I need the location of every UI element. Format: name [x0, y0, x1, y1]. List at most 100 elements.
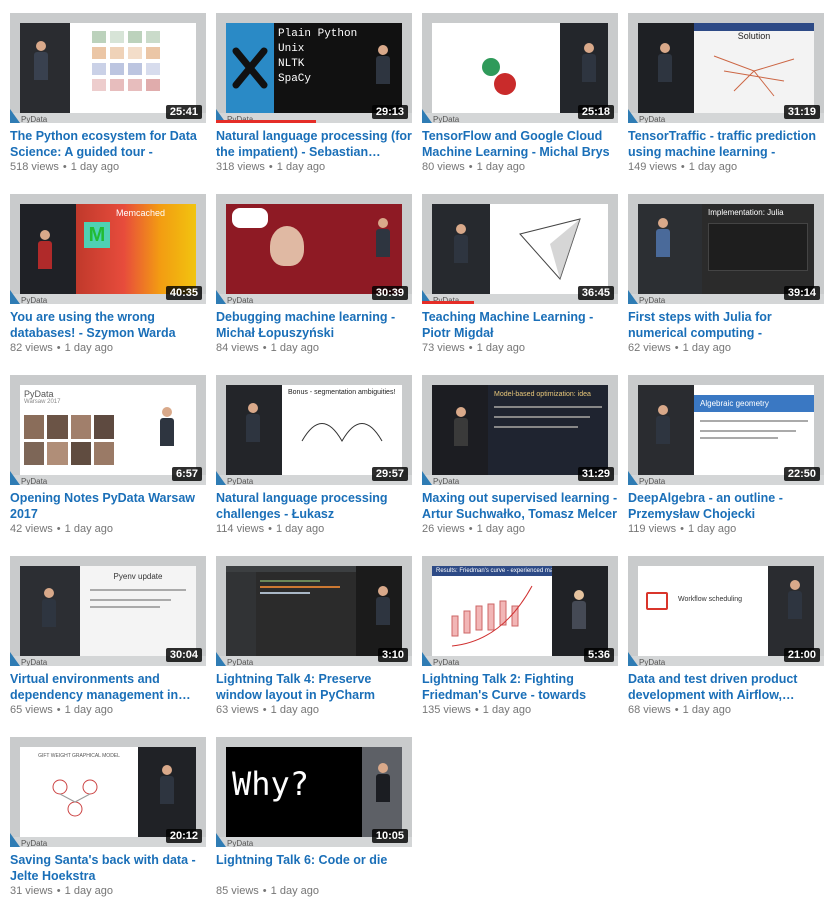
video-duration: 39:14	[783, 286, 820, 300]
view-count: 149 views	[628, 161, 677, 173]
tools-icon	[232, 47, 268, 89]
view-count: 135 views	[422, 704, 471, 716]
video-meta: 149 views • 1 day ago	[628, 161, 738, 173]
video-thumbnail[interactable]: Implementation: Julia PyData 39:14	[628, 194, 824, 304]
pydata-logo-icon	[10, 290, 20, 304]
video-thumbnail[interactable]: PyData 36:45	[422, 194, 618, 304]
video-card[interactable]: Workflow scheduling PyData 21:00 Data an…	[628, 556, 824, 716]
video-title[interactable]: First steps with Julia for numerical com…	[628, 309, 824, 341]
view-count: 85 views	[216, 885, 259, 897]
video-title[interactable]: You are using the wrong databases! - Szy…	[10, 309, 206, 341]
video-card[interactable]: PyData 25:41 The Python ecosystem for Da…	[10, 13, 206, 173]
video-title[interactable]: DeepAlgebra - an outline - Przemysław Ch…	[628, 490, 824, 522]
video-meta: 68 views • 1 day ago	[628, 704, 731, 716]
upload-age: 1 day ago	[476, 523, 525, 535]
video-thumbnail[interactable]: Plain Python Unix NLTK SpaCy PyData 29:1…	[216, 13, 412, 123]
slide-line: SpaCy	[278, 73, 312, 85]
upload-age: 1 day ago	[276, 161, 326, 173]
video-title[interactable]: Virtual environments and dependency mana…	[10, 671, 206, 703]
slide-title: Model-based optimization: idea	[494, 391, 591, 398]
video-title[interactable]: Data and test driven product development…	[628, 671, 824, 703]
video-thumbnail[interactable]: PyData 25:18	[422, 13, 618, 123]
video-thumbnail[interactable]: Model-based optimization: idea PyData 31…	[422, 375, 618, 485]
video-title[interactable]: Maxing out supervised learning - Artur S…	[422, 490, 618, 522]
video-thumbnail[interactable]: Results: Friedman's curve - experienced …	[422, 556, 618, 666]
scatter-matrix-graphic	[92, 31, 160, 91]
video-card[interactable]: PyData 3:10 Lightning Talk 4: Preserve w…	[216, 556, 412, 716]
video-card[interactable]: Pyenv update PyData 30:04 Virtual enviro…	[10, 556, 206, 716]
pydata-logo-icon	[628, 652, 638, 666]
video-duration: 22:50	[783, 467, 820, 481]
slide-line: Unix	[278, 43, 305, 55]
video-card[interactable]: PyData 36:45 Teaching Machine Learning -…	[422, 194, 618, 354]
video-title[interactable]: Opening Notes PyData Warsaw 2017	[10, 490, 206, 522]
pydata-logo-icon	[216, 652, 226, 666]
pydata-logo-icon	[10, 471, 20, 485]
video-card[interactable]: Why? PyData 10:05 Lightning Talk 6: Code…	[216, 737, 412, 897]
pydata-logo-icon	[628, 290, 638, 304]
video-card[interactable]: PyData 30:39 Debugging machine learning …	[216, 194, 412, 354]
view-count: 80 views	[422, 161, 465, 173]
tools-slide-panel	[226, 23, 274, 113]
slide-line: Plain Python	[278, 28, 358, 40]
video-thumbnail[interactable]: PyData 30:39	[216, 194, 412, 304]
video-title[interactable]: TensorTraffic - traffic prediction using…	[628, 128, 824, 160]
video-duration: 20:12	[165, 829, 202, 843]
video-thumbnail[interactable]: Workflow scheduling PyData 21:00	[628, 556, 824, 666]
triangle-diagram	[519, 218, 581, 280]
video-thumbnail[interactable]: Memcached M PyData 40:35	[10, 194, 206, 304]
video-title[interactable]: Lightning Talk 4: Preserve window layout…	[216, 671, 412, 703]
video-thumbnail[interactable]: Algebraic geometry PyData 22:50	[628, 375, 824, 485]
upload-age: 1 day ago	[687, 523, 737, 535]
video-title[interactable]: Teaching Machine Learning - Piotr Migdał	[422, 309, 618, 341]
video-card[interactable]: PyData 25:18 TensorFlow and Google Cloud…	[422, 13, 618, 173]
view-count: 68 views	[628, 704, 671, 716]
video-card[interactable]: Plain Python Unix NLTK SpaCy PyData 29:1…	[216, 13, 412, 173]
upload-age: 1 day ago	[482, 704, 532, 716]
video-title[interactable]: Lightning Talk 2: Fighting Friedman's Cu…	[422, 671, 618, 703]
laptop-icon	[646, 592, 668, 610]
video-title[interactable]: The Python ecosystem for Data Science: A…	[10, 128, 206, 160]
video-title[interactable]: Natural language processing challenges -…	[216, 490, 412, 522]
video-card[interactable]: Memcached M PyData 40:35 You are using t…	[10, 194, 206, 354]
upload-age: 1 day ago	[476, 342, 525, 354]
video-title[interactable]: Lightning Talk 6: Code or die	[216, 852, 412, 884]
pydata-logo-icon	[628, 471, 638, 485]
video-thumbnail[interactable]: GIFT WEIGHT GRAPHICAL MODEL PyData 20:12	[10, 737, 206, 847]
slide-line: NLTK	[278, 58, 305, 70]
upload-age: 1 day ago	[688, 161, 738, 173]
video-thumbnail[interactable]: PyData 3:10	[216, 556, 412, 666]
pydata-logo-icon	[628, 109, 638, 123]
video-thumbnail[interactable]: Bonus - segmentation ambiguities! PyData…	[216, 375, 412, 485]
video-title[interactable]: Saving Santa's back with data - Jelte Ho…	[10, 852, 206, 884]
watch-progress-bar	[216, 120, 316, 123]
video-meta: 82 views • 1 day ago	[10, 342, 113, 354]
video-thumbnail[interactable]: PyData 25:41	[10, 13, 206, 123]
video-title[interactable]: Debugging machine learning - Michał Łopu…	[216, 309, 412, 341]
video-card[interactable]: Results: Friedman's curve - experienced …	[422, 556, 618, 716]
video-title[interactable]: Natural language processing (for the imp…	[216, 128, 412, 160]
video-card[interactable]: Bonus - segmentation ambiguities! PyData…	[216, 375, 412, 535]
video-card[interactable]: PyData Warsaw 2017 PyData 6:57 Opening N…	[10, 375, 206, 535]
video-card[interactable]: Algebraic geometry PyData 22:50 DeepAlge…	[628, 375, 824, 535]
video-card[interactable]: Model-based optimization: idea PyData 31…	[422, 375, 618, 535]
video-card[interactable]: Solution PyData 31:19 TensorTraffic - tr…	[628, 13, 824, 173]
video-meta: 318 views • 1 day ago	[216, 161, 326, 173]
video-thumbnail[interactable]: PyData Warsaw 2017 PyData 6:57	[10, 375, 206, 485]
video-card[interactable]: Implementation: Julia PyData 39:14 First…	[628, 194, 824, 354]
slide-title: Bonus - segmentation ambiguities!	[288, 389, 396, 396]
video-duration: 5:36	[583, 648, 614, 662]
video-title[interactable]: TensorFlow and Google Cloud Machine Lear…	[422, 128, 618, 160]
video-meta: 62 views • 1 day ago	[628, 342, 731, 354]
slide-title: Implementation: Julia	[708, 208, 784, 217]
video-meta: 80 views • 1 day ago	[422, 161, 525, 173]
video-thumbnail[interactable]: Pyenv update PyData 30:04	[10, 556, 206, 666]
view-count: 63 views	[216, 704, 259, 716]
view-count: 518 views	[10, 161, 59, 173]
video-card[interactable]: GIFT WEIGHT GRAPHICAL MODEL PyData 20:12…	[10, 737, 206, 897]
pydata-logo-icon	[422, 471, 432, 485]
brand-label: PyData	[639, 477, 666, 485]
video-thumbnail[interactable]: Why? PyData 10:05	[216, 737, 412, 847]
brand-label: PyData	[433, 658, 460, 666]
video-thumbnail[interactable]: Solution PyData 31:19	[628, 13, 824, 123]
